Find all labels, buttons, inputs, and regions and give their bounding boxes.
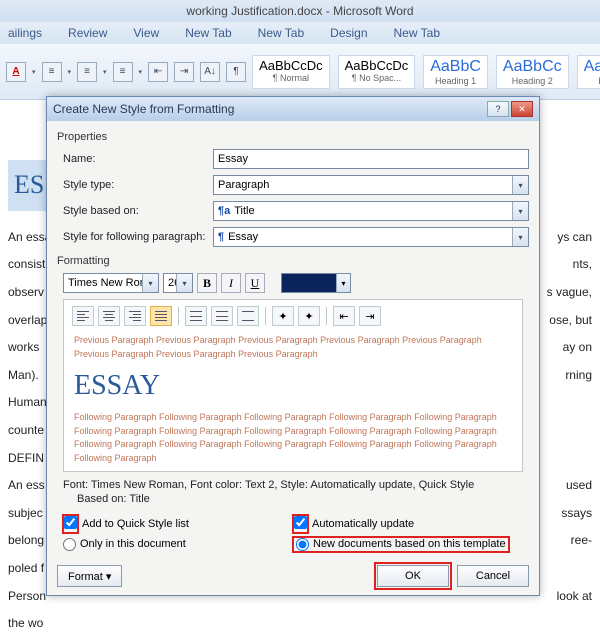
type-label: Style type: <box>63 179 213 191</box>
font-size-combo[interactable]: ▾ <box>163 273 193 293</box>
spacing-15-button[interactable] <box>211 306 233 326</box>
indent-left-button[interactable]: ⇤ <box>333 306 355 326</box>
indent-right-button[interactable]: ⇥ <box>359 306 381 326</box>
pilcrow-icon: ¶ <box>218 231 224 243</box>
style-heading3[interactable]: AaBbCcDHeading 3 <box>577 55 600 89</box>
style-type-select[interactable]: Paragraph▾ <box>213 175 529 195</box>
formatting-section: Formatting <box>57 255 529 267</box>
preview-prev-text: Previous Paragraph Previous Paragraph Pr… <box>74 334 512 361</box>
tab-design[interactable]: Design <box>330 26 367 40</box>
ok-button[interactable]: OK <box>377 565 449 587</box>
multilevel-icon[interactable]: ≡ <box>113 62 133 82</box>
bullets-icon[interactable]: ≡ <box>42 62 62 82</box>
dialog-title: Create New Style from Formatting <box>53 102 234 116</box>
style-description: Font: Times New Roman, Font color: Text … <box>63 478 523 507</box>
space-before-button[interactable]: ✦ <box>272 306 294 326</box>
show-marks-icon[interactable]: ¶ <box>226 62 246 82</box>
tab-review[interactable]: Review <box>68 26 107 40</box>
dropdown-icon[interactable]: ▾ <box>32 68 36 76</box>
align-right-button[interactable] <box>124 306 146 326</box>
auto-update-label: Automatically update <box>312 518 414 530</box>
tab-new3[interactable]: New Tab <box>394 26 440 40</box>
close-button[interactable]: ✕ <box>511 101 533 117</box>
following-select[interactable]: ¶Essay▾ <box>213 227 529 247</box>
cancel-button[interactable]: Cancel <box>457 565 529 587</box>
preview-heading: ESSAY <box>74 361 512 411</box>
style-nospacing[interactable]: AaBbCcDc¶ No Spac... <box>338 55 416 89</box>
numbering-icon[interactable]: ≡ <box>77 62 97 82</box>
font-color-picker[interactable]: ▾ <box>281 273 351 293</box>
dialog-titlebar: Create New Style from Formatting ? ✕ <box>47 97 539 121</box>
font-name-combo[interactable]: ▾ <box>63 273 159 293</box>
align-center-button[interactable] <box>98 306 120 326</box>
add-quickstyle-label: Add to Quick Style list <box>82 518 189 530</box>
spacing-1-button[interactable] <box>185 306 207 326</box>
add-quickstyle-checkbox[interactable] <box>64 516 77 529</box>
tab-view[interactable]: View <box>133 26 159 40</box>
italic-button[interactable]: I <box>221 273 241 293</box>
decrease-indent-icon[interactable]: ⇤ <box>148 62 168 82</box>
based-on-label: Style based on: <box>63 205 213 217</box>
tab-mailings[interactable]: ailings <box>8 26 42 40</box>
name-label: Name: <box>63 153 213 165</box>
styles-gallery: AaBbCcDc¶ Normal AaBbCcDc¶ No Spac... Aa… <box>252 55 600 89</box>
chevron-down-icon: ▾ <box>512 228 528 246</box>
properties-section: Properties <box>57 131 529 143</box>
tab-new2[interactable]: New Tab <box>258 26 304 40</box>
ribbon-tabs: ailings Review View New Tab New Tab Desi… <box>0 22 600 44</box>
tab-new1[interactable]: New Tab <box>185 26 231 40</box>
pilcrow-icon: ¶a <box>218 205 230 217</box>
align-justify-button[interactable] <box>150 306 172 326</box>
format-button[interactable]: Format ▾ <box>57 565 122 587</box>
space-after-button[interactable]: ✦ <box>298 306 320 326</box>
preview-pane: ✦ ✦ ⇤ ⇥ Previous Paragraph Previous Para… <box>63 299 523 472</box>
style-heading1[interactable]: AaBbCHeading 1 <box>423 55 488 89</box>
following-label: Style for following paragraph: <box>63 231 213 243</box>
help-button[interactable]: ? <box>487 101 509 117</box>
increase-indent-icon[interactable]: ⇥ <box>174 62 194 82</box>
template-radio[interactable] <box>296 538 309 551</box>
chevron-down-icon: ▾ <box>512 202 528 220</box>
auto-update-checkbox[interactable] <box>294 516 307 529</box>
chevron-down-icon: ▾ <box>512 176 528 194</box>
based-on-select[interactable]: ¶aTitle▾ <box>213 201 529 221</box>
only-this-doc-label: Only in this document <box>80 538 186 550</box>
chevron-down-icon: ▾ <box>336 274 350 292</box>
sort-icon[interactable]: A↓ <box>200 62 220 82</box>
font-color-icon[interactable]: A <box>6 62 26 82</box>
underline-button[interactable]: U <box>245 273 265 293</box>
ribbon: A ▾ ≡▾ ≡▾ ≡▾ ⇤ ⇥ A↓ ¶ AaBbCcDc¶ Normal A… <box>0 44 600 100</box>
template-label: New documents based on this template <box>313 538 506 550</box>
name-input[interactable] <box>213 149 529 169</box>
spacing-2-button[interactable] <box>237 306 259 326</box>
preview-following-text: Following Paragraph Following Paragraph … <box>74 411 512 465</box>
style-normal[interactable]: AaBbCcDc¶ Normal <box>252 55 330 89</box>
create-style-dialog: Create New Style from Formatting ? ✕ Pro… <box>46 96 540 596</box>
only-this-doc-radio[interactable] <box>63 538 76 551</box>
style-heading2[interactable]: AaBbCcHeading 2 <box>496 55 569 89</box>
bold-button[interactable]: B <box>197 273 217 293</box>
app-titlebar: working Justification.docx - Microsoft W… <box>0 0 600 22</box>
align-left-button[interactable] <box>72 306 94 326</box>
